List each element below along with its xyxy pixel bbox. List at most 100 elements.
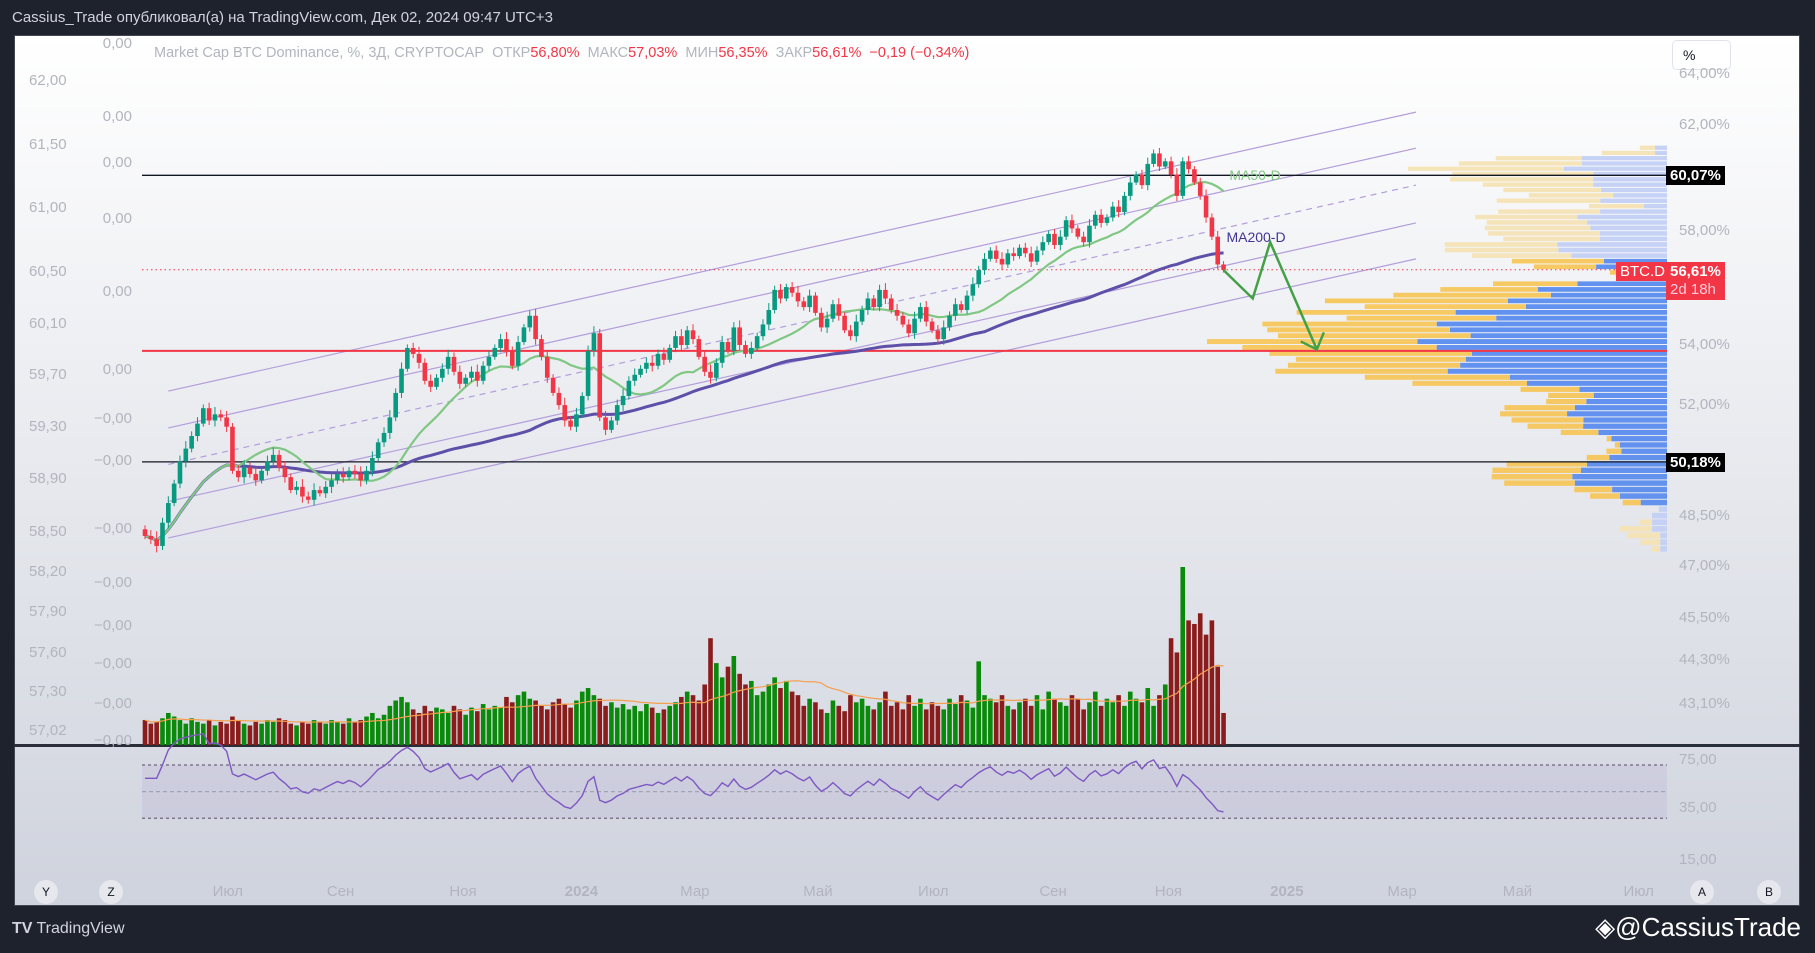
volume-bar (673, 702, 678, 745)
candle (597, 328, 603, 422)
tradingview-logo[interactable]: TV TradingView (12, 920, 125, 938)
candle (387, 410, 393, 439)
volume-bar (241, 723, 247, 745)
candle (405, 344, 410, 372)
volume-bar (509, 702, 515, 745)
volume-profile-up-bar (1655, 145, 1667, 150)
axis-button-b[interactable]: B (1757, 880, 1781, 904)
volume-profile-down-bar (1586, 454, 1610, 461)
open-value: 56,80% (530, 45, 580, 61)
volume-profile-down-bar (1546, 399, 1587, 405)
volume-bar (824, 712, 830, 745)
candle-body (212, 414, 218, 421)
volume-bar (270, 721, 276, 745)
candle (1122, 191, 1127, 216)
candle (288, 473, 294, 494)
volume-profile-up-bar (1600, 187, 1667, 193)
volume-bar (912, 705, 917, 745)
volume-bar (375, 718, 381, 745)
volume-bar (288, 723, 294, 745)
candle-body (789, 287, 795, 293)
candle-body (1139, 174, 1145, 186)
volume-profile-up-bar (1652, 526, 1667, 532)
candle-body (620, 395, 626, 406)
volume-profile-up-bar (1640, 499, 1667, 506)
candle-body (661, 353, 667, 360)
candle-body (888, 298, 894, 310)
candle-body (177, 461, 183, 484)
volume-profile-up-bar (1655, 150, 1667, 156)
candle (399, 362, 404, 399)
volume-profile-up-bar (1436, 321, 1667, 327)
candle-body (667, 347, 672, 360)
volume-bar (1168, 638, 1174, 745)
volume-profile-up-bar (1611, 436, 1667, 442)
candle-body (976, 270, 981, 285)
volume-bar (1104, 698, 1110, 745)
candle-body (1087, 225, 1092, 243)
candle-body (434, 377, 439, 387)
volume-bar (1122, 705, 1127, 745)
candle-body (1192, 169, 1197, 183)
candle (515, 335, 521, 371)
axis-button-a[interactable]: A (1690, 880, 1714, 904)
volume-bar (1011, 709, 1016, 745)
volume-profile-up-bar (1574, 405, 1667, 411)
candle-body (1186, 161, 1191, 170)
candle-body (1162, 161, 1168, 167)
volume-bar (702, 684, 707, 745)
volume-profile-up-bar (1598, 429, 1667, 436)
volume-bar (544, 709, 550, 745)
candle (527, 310, 533, 332)
volume-bar (935, 705, 941, 745)
volume-bar (976, 661, 981, 745)
volume-profile-up-bar (1465, 356, 1667, 362)
candle (1209, 213, 1215, 240)
volume-bar (953, 704, 958, 745)
candle (428, 374, 433, 392)
candle (539, 334, 544, 361)
candle (475, 364, 480, 387)
candle (294, 481, 299, 495)
volume-profile-down-bar (1493, 281, 1578, 287)
candle (731, 322, 737, 356)
volume-profile-down-bar (1496, 198, 1601, 203)
volume-bar (142, 720, 148, 745)
volume-profile-up-bar (1612, 486, 1667, 493)
volume-bar (253, 721, 259, 745)
volume-bar (1209, 620, 1215, 745)
left-scale-label: 61,50 (29, 136, 67, 153)
candle (988, 247, 993, 262)
left-scale-2-label: −0,00 (94, 410, 132, 427)
volume-bar (550, 702, 556, 745)
candle-body (352, 470, 358, 474)
volume-profile-down-bar (1393, 292, 1551, 298)
candle (789, 281, 795, 297)
candle-body (1133, 174, 1139, 183)
volume-bar (888, 705, 894, 745)
chart-canvas[interactable]: MA50-D MA200-D (0, 0, 1815, 953)
axis-button-z[interactable]: Z (99, 880, 123, 904)
volume-bar (504, 696, 509, 745)
change-value: −0,19 (−0,34%) (869, 45, 970, 61)
volume-profile-down-bar (1262, 321, 1437, 327)
candle (1157, 147, 1162, 172)
candle-body (253, 473, 259, 481)
volume-bar (492, 705, 498, 745)
volume-bar (749, 680, 754, 745)
volume-bar (1092, 691, 1098, 745)
candle-body (585, 350, 591, 396)
volume-profile-up-bar (1600, 209, 1667, 214)
candle-body (1151, 153, 1156, 164)
volume-profile-up-bar (1527, 380, 1667, 386)
candle-body (644, 362, 649, 369)
candle-body (702, 356, 707, 372)
trend-channel-line (168, 184, 1417, 466)
candle-body (842, 315, 847, 331)
candle (918, 302, 923, 323)
axis-button-y[interactable]: Y (34, 880, 58, 904)
candle-body (375, 442, 381, 459)
candle (323, 481, 329, 498)
candle (1011, 247, 1016, 261)
volume-profile-down-bar (1606, 436, 1612, 442)
